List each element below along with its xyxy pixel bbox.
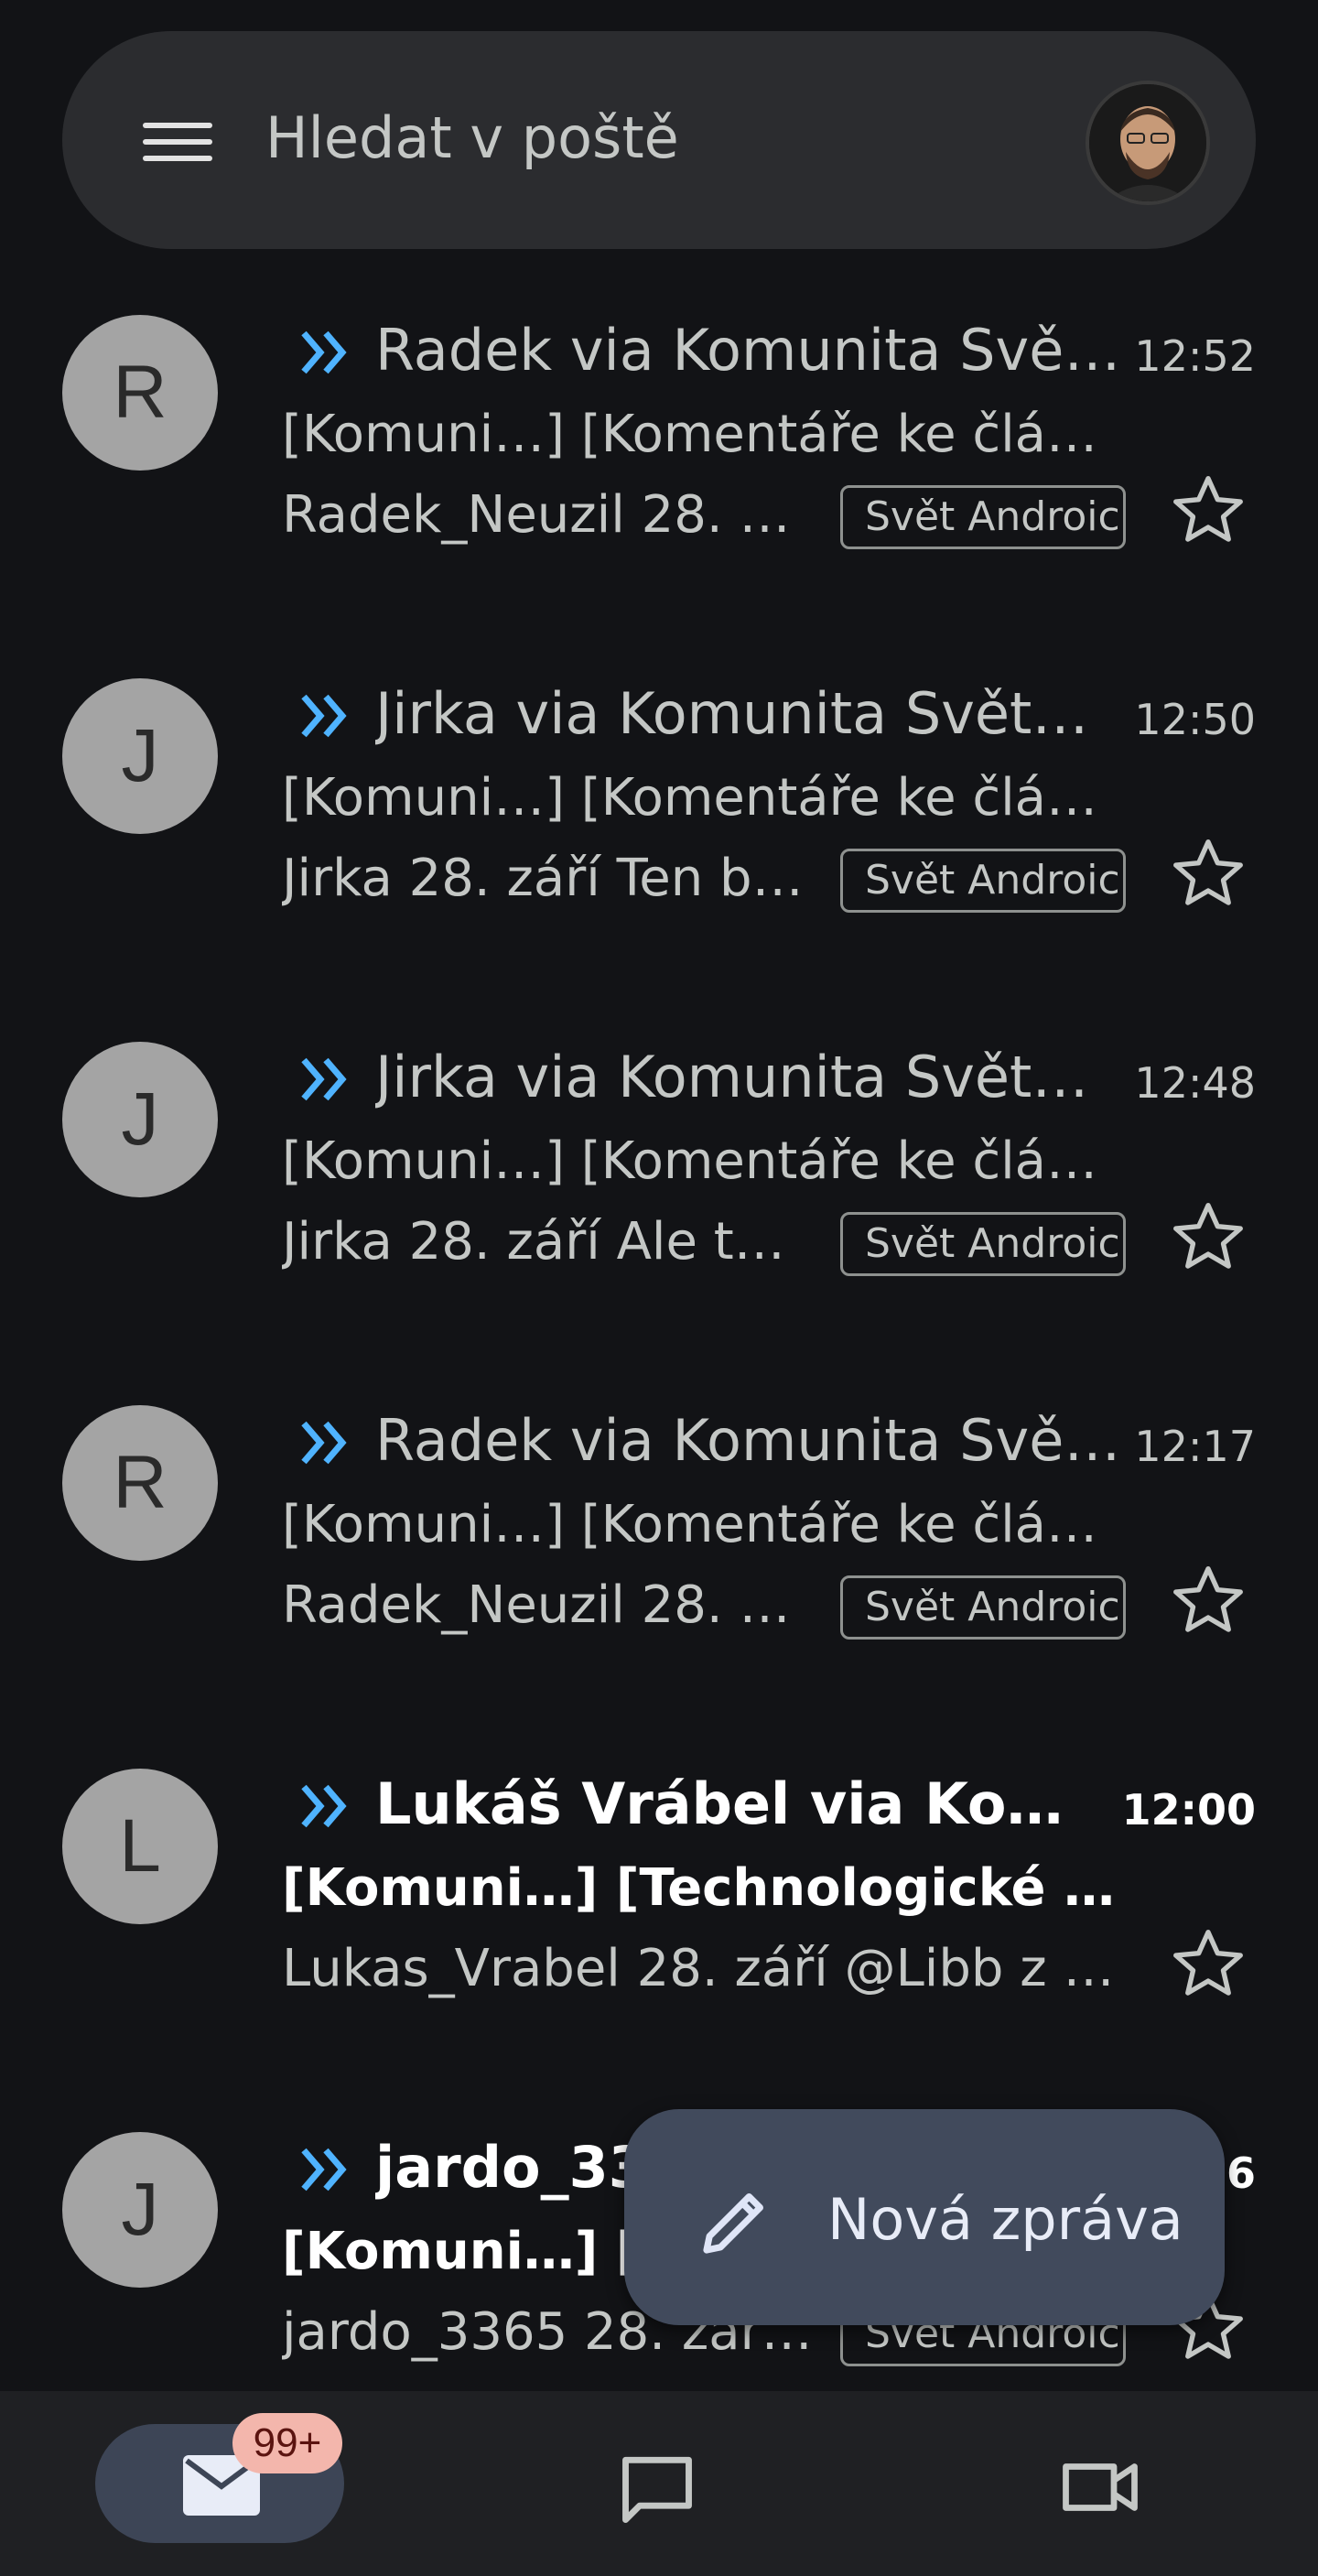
bottom-nav: 99+: [0, 2391, 1318, 2576]
sender-name: Jirka via Komunita Svět…: [375, 680, 1089, 747]
sender-name: Lukáš Vrábel via Kom…: [375, 1770, 1071, 1837]
importance-marker-icon[interactable]: [300, 1420, 350, 1466]
mail-row[interactable]: R Radek via Komunita Svět… 12:17 [Komuni…: [0, 1365, 1318, 1728]
mail-snippet: Lukas_Vrabel 28. září @Libb z cl…: [282, 1939, 1115, 1998]
mail-row[interactable]: L Lukáš Vrábel via Kom… 12:00 [Komuni…] …: [0, 1728, 1318, 2092]
mail-subject: [Komuni…] [Komentáře ke článk…: [282, 405, 1115, 464]
mail-time: 12:00: [1121, 1785, 1256, 1835]
importance-marker-icon[interactable]: [300, 1783, 350, 1829]
mail-time: 12:50: [1134, 695, 1256, 744]
mail-snippet: Jirka 28. září Ten by…: [282, 849, 813, 908]
mail-subject: [Komuni…] [Technologické no…: [282, 1858, 1115, 1918]
sender-avatar[interactable]: R: [62, 315, 218, 471]
unread-count-badge: 99+: [232, 2413, 342, 2473]
sender-name: Radek via Komunita Svět…: [375, 317, 1126, 384]
mail-snippet: Radek_Neuzil 28. zá…: [282, 1575, 813, 1635]
importance-marker-icon[interactable]: [300, 2147, 350, 2192]
sender-name: Radek via Komunita Svět…: [375, 1407, 1126, 1474]
star-icon[interactable]: [1166, 1922, 1250, 2007]
mail-snippet: Jirka 28. září Ale ty…: [282, 1212, 813, 1272]
sender-name: Jirka via Komunita Svět…: [375, 1044, 1089, 1110]
sender-avatar[interactable]: J: [62, 2132, 218, 2288]
mail-subject: [Komuni…] [Komentáře ke článk…: [282, 1495, 1115, 1554]
chat-icon[interactable]: [615, 2446, 699, 2530]
compose-label: Nová zpráva: [827, 2186, 1183, 2253]
mail-time: 6: [1226, 2148, 1256, 2198]
star-icon[interactable]: [1166, 1559, 1250, 1643]
sender-avatar[interactable]: R: [62, 1405, 218, 1561]
mail-subject: [Komuni…] [Komentáře ke článk…: [282, 1131, 1115, 1191]
mail-time: 12:48: [1134, 1058, 1256, 1108]
importance-marker-icon[interactable]: [300, 330, 350, 375]
label-chip: Svět Androic: [840, 1212, 1126, 1276]
label-chip: Svět Androic: [840, 849, 1126, 913]
mail-row[interactable]: J Jirka via Komunita Svět… 12:50 [Komuni…: [0, 638, 1318, 1001]
sender-avatar[interactable]: J: [62, 678, 218, 834]
mail-snippet: Radek_Neuzil 28. zá…: [282, 485, 813, 545]
star-icon[interactable]: [1166, 832, 1250, 916]
label-chip: Svět Androic: [840, 1575, 1126, 1640]
account-avatar[interactable]: [1086, 81, 1210, 205]
label-chip: Svět Androic: [840, 485, 1126, 549]
mail-time: 12:52: [1134, 331, 1256, 381]
importance-marker-icon[interactable]: [300, 1056, 350, 1102]
search-placeholder[interactable]: Hledat v poště: [265, 104, 679, 171]
search-bar[interactable]: Hledat v poště: [62, 31, 1256, 249]
mail-row[interactable]: J Jirka via Komunita Svět… 12:48 [Komuni…: [0, 1001, 1318, 1365]
importance-marker-icon[interactable]: [300, 693, 350, 739]
mail-subject: [Komuni…] [Komentáře ke článk…: [282, 768, 1115, 828]
star-icon[interactable]: [1166, 1196, 1250, 1280]
nav-mail-tab[interactable]: 99+: [95, 2413, 344, 2543]
hamburger-menu-icon[interactable]: [135, 108, 218, 172]
mail-row[interactable]: R Radek via Komunita Svět… 12:52 [Komuni…: [0, 275, 1318, 638]
compose-button[interactable]: Nová zpráva: [624, 2109, 1225, 2325]
sender-avatar[interactable]: L: [62, 1769, 218, 1924]
video-icon[interactable]: [1054, 2446, 1146, 2528]
mail-time: 12:17: [1134, 1422, 1256, 1471]
star-icon[interactable]: [1166, 469, 1250, 553]
pencil-icon: [703, 2193, 763, 2254]
sender-avatar[interactable]: J: [62, 1042, 218, 1197]
